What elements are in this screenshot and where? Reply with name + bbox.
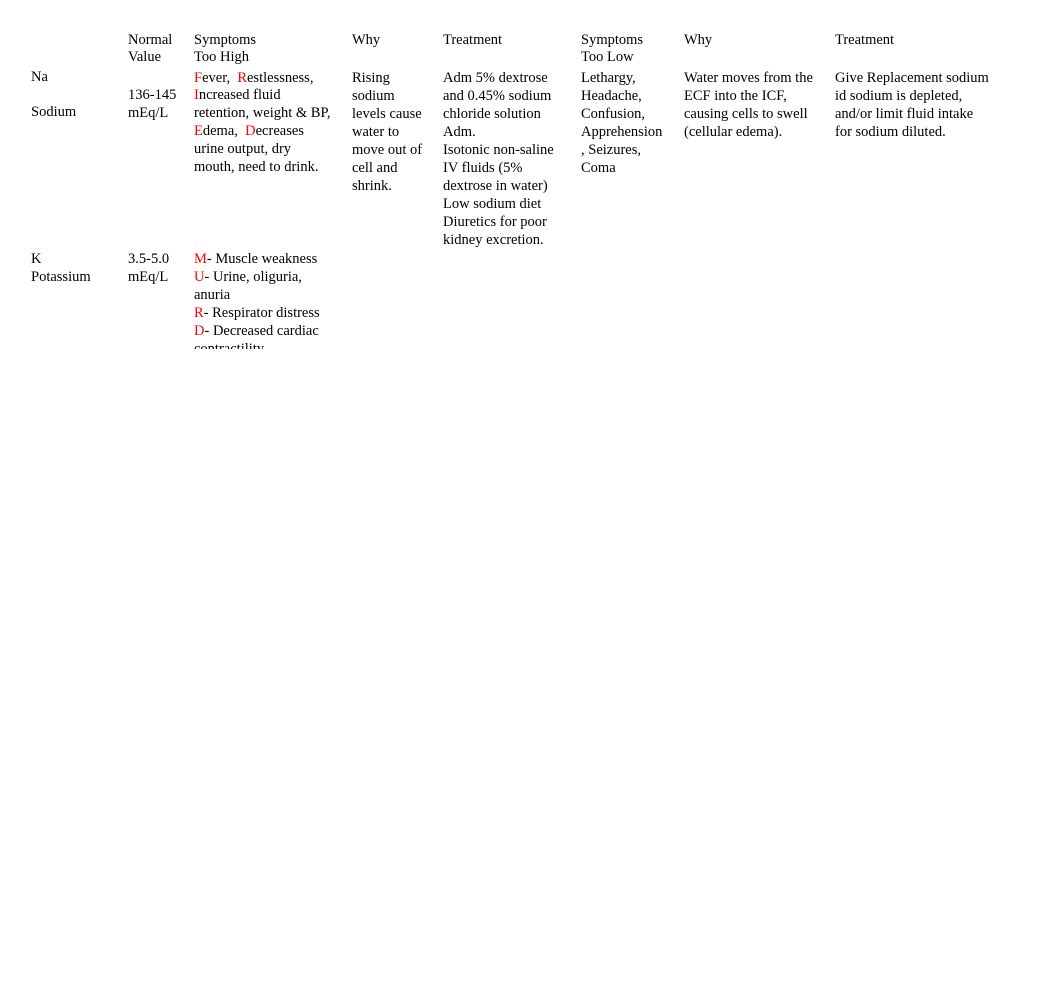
text-line: (cellular edema). — [684, 124, 783, 140]
text-line: levels cause — [352, 106, 422, 122]
symptom-line: U- Urine, oliguria, — [194, 268, 320, 286]
value-text: 136-145 — [128, 87, 177, 103]
symptom-line: D- Decreased cardiac — [194, 322, 320, 340]
symptom-text: ecreases — [255, 123, 304, 139]
header-treatment-low: Treatment — [835, 32, 895, 48]
text-line: Confusion, — [581, 106, 646, 122]
text-line: Diuretics for poor — [443, 214, 547, 230]
sodium-treatment-high: Adm 5% dextrose and 0.45% sodium chloride … — [443, 69, 554, 249]
mnemonic-letter: E — [194, 123, 203, 139]
symptom-line: contractility — [194, 340, 320, 349]
mnemonic-letter: F — [194, 70, 203, 86]
sodium-symptoms-low: Lethargy, Headache, Confusion, Apprehension… — [581, 69, 662, 177]
text-line: Give Replacement sodium — [835, 70, 989, 86]
header-why-high: Why — [352, 32, 381, 48]
header-text: Too High — [194, 48, 249, 65]
potassium-symptoms-high: M- Muscle weakness U- Urine, oliguria, anu… — [194, 250, 320, 349]
mnemonic-letter: R — [194, 305, 204, 321]
symptom-text: - Respirator distress — [203, 305, 320, 321]
text-line: kidney excretion. — [443, 232, 544, 248]
header-symptoms-high: Symptoms Too High — [194, 32, 256, 65]
text-line: , Seizures, — [581, 142, 641, 158]
header-normal-value: Normal Value — [128, 32, 172, 65]
text-line: dextrose in water) — [443, 178, 548, 194]
text-line: cell and — [352, 160, 398, 176]
text-line: Adm 5% dextrose — [443, 70, 548, 86]
sodium-symbol: Na — [31, 69, 48, 85]
header-text: Value — [128, 48, 162, 65]
text-line: for sodium diluted. — [835, 124, 946, 140]
symptom-line: mouth, need to drink. — [194, 159, 319, 175]
sodium-symptoms-high: Fever, Restlessness, Increased fluid ret… — [194, 69, 331, 176]
symptom-text: dema, — [202, 123, 246, 139]
text-line: chloride solution — [443, 106, 541, 122]
text-line: and 0.45% sodium — [443, 88, 552, 104]
text-line: causing cells to swell — [684, 106, 808, 122]
symptom-line: R- Respirator distress — [194, 304, 320, 322]
potassium-normal-value: 3.5-5.0 mEq/L — [128, 250, 169, 286]
sodium-why-low: Water moves from the ECF into the ICF, cau… — [684, 69, 813, 141]
text-line: move out of — [352, 142, 423, 158]
header-treatment-high: Treatment — [443, 32, 503, 48]
value-text: 3.5-5.0 — [128, 251, 170, 267]
text-line: Apprehension — [581, 124, 663, 140]
text-line: and/or limit fluid intake — [835, 106, 974, 122]
value-text: mEq/L — [128, 105, 169, 121]
symptom-line: urine output, dry — [194, 141, 292, 157]
symptom-text: ever, — [202, 70, 238, 86]
text-line: ECF into the ICF, — [684, 88, 787, 104]
potassium-symbol: K — [31, 251, 42, 267]
sodium-why-high: Rising sodium levels cause water to move out… — [352, 69, 422, 195]
mnemonic-letter: U — [194, 269, 205, 285]
mnemonic-letter: D — [194, 323, 205, 339]
text-line: Adm. — [443, 124, 476, 140]
header-text: Too Low — [581, 48, 634, 65]
symptom-text: estlessness, — [247, 70, 314, 86]
value-text: mEq/L — [128, 269, 169, 285]
symptom-text: ncreased fluid — [198, 87, 281, 103]
sodium-normal-value: 136-145 mEq/L — [128, 86, 176, 122]
text-line: IV fluids (5% — [443, 160, 523, 176]
symptom-line: retention, weight & BP, — [194, 105, 331, 121]
mnemonic-letter: R — [237, 70, 247, 86]
potassium-name: Potassium — [31, 269, 91, 285]
mnemonic-letter: D — [245, 123, 256, 139]
header-text: Normal — [128, 32, 173, 48]
header-symptoms-low: Symptoms Too Low — [581, 32, 643, 65]
text-line: sodium — [352, 88, 395, 104]
text-line: Water moves from the — [684, 70, 813, 86]
text-line: Isotonic non-saline — [443, 142, 554, 158]
symptom-line: anuria — [194, 286, 320, 304]
mnemonic-letter: M — [194, 251, 207, 267]
symptom-line: M- Muscle weakness — [194, 250, 320, 268]
symptom-text: - Muscle weakness — [206, 251, 318, 267]
symptom-line: Increased fluid — [194, 87, 331, 104]
potassium-label: K Potassium — [31, 250, 91, 286]
text-line: Headache, — [581, 88, 642, 104]
header-why-low: Why — [684, 32, 713, 48]
text-line: Lethargy, — [581, 70, 636, 86]
symptom-text: - Urine, oliguria, — [204, 269, 302, 285]
symptom-line: Edema, Decreases — [194, 122, 331, 140]
text-line: water to — [352, 124, 400, 140]
header-text: Symptoms — [581, 32, 644, 48]
text-line: Coma — [581, 160, 616, 176]
symptom-text: - Decreased cardiac — [204, 323, 319, 339]
symptom-text: anuria — [194, 287, 231, 303]
symptom-text: contractility — [194, 341, 265, 349]
text-line: Rising — [352, 70, 390, 86]
text-line: id sodium is depleted, — [835, 88, 963, 104]
text-line: Low sodium diet — [443, 196, 542, 212]
electrolyte-table: Normal Value Symptoms Too High Why Treat… — [0, 0, 1062, 349]
text-line: shrink. — [352, 178, 392, 194]
header-text: Symptoms — [194, 32, 257, 48]
sodium-name: Sodium — [31, 104, 77, 120]
symptom-line: Fever, Restlessness, — [194, 69, 331, 87]
sodium-treatment-low: Give Replacement sodium id sodium is depl… — [835, 69, 989, 141]
